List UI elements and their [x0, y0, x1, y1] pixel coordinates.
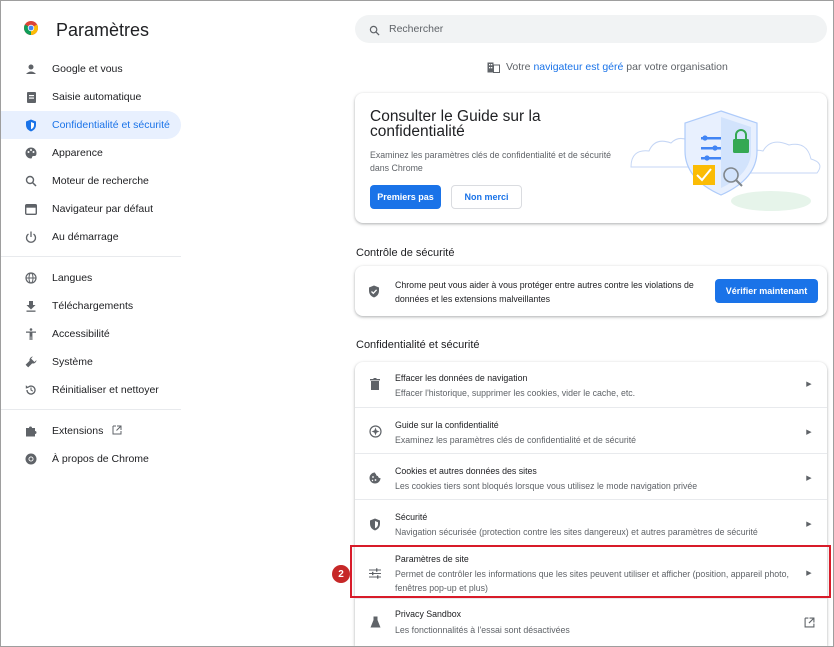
sidebar-item-label: Confidentialité et sécurité: [52, 119, 170, 131]
sidebar-item-label: Réinitialiser et nettoyer: [52, 384, 159, 396]
row-title: Cookies et autres données des sites: [395, 466, 537, 476]
step-number-badge: 2: [332, 565, 350, 583]
sidebar-item-label: Système: [52, 356, 93, 368]
sidebar-item-label: À propos de Chrome: [52, 453, 149, 465]
search-icon: [369, 23, 380, 41]
row-title: Privacy Sandbox: [395, 609, 462, 619]
chrome-icon: [24, 452, 38, 466]
sidebar-item-reset[interactable]: Réinitialiser et nettoyer: [1, 376, 181, 404]
sidebar-item-label: Google et vous: [52, 63, 123, 75]
search-input[interactable]: Rechercher: [355, 15, 827, 43]
managed-prefix: Votre: [506, 61, 531, 73]
row-description: Effacer l'historique, supprimer les cook…: [395, 388, 636, 398]
row-clear-browsing-data[interactable]: Effacer les données de navigation Efface…: [355, 362, 827, 407]
row-privacy-guide[interactable]: Guide sur la confidentialité Examinez le…: [355, 407, 827, 454]
sidebar-item-privacy[interactable]: Confidentialité et sécurité: [1, 111, 181, 139]
privacy-illustration: [630, 110, 821, 211]
building-icon: [487, 62, 500, 73]
sidebar-item-about[interactable]: À propos de Chrome: [1, 445, 181, 473]
row-description: Examinez les paramètres clés de confiden…: [395, 435, 637, 445]
privacy-settings-list: Effacer les données de navigation Efface…: [355, 362, 827, 646]
sidebar-item-autofill[interactable]: Saisie automatique: [1, 83, 181, 111]
row-description: Les fonctionnalités à l'essai sont désac…: [395, 625, 570, 635]
row-privacy-sandbox[interactable]: Privacy Sandbox Les fonctionnalités à l'…: [355, 598, 827, 646]
safety-check-card: Chrome peut vous aider à vous protéger e…: [355, 266, 827, 316]
managed-notice: Votre navigateur est géré par votre orga…: [487, 61, 728, 73]
chrome-logo: [24, 21, 38, 35]
shield-check-icon: [368, 285, 380, 303]
row-description: Navigation sécurisée (protection contre …: [395, 527, 758, 537]
sidebar-divider: [1, 409, 181, 410]
power-icon: [24, 230, 38, 244]
row-title: Effacer les données de navigation: [395, 373, 528, 383]
globe-icon: [24, 271, 38, 285]
chevron-right-icon: ▶: [806, 429, 812, 436]
shield-icon: [368, 517, 382, 531]
sidebar-item-label: Téléchargements: [52, 300, 134, 312]
sidebar-item-label: Langues: [52, 272, 93, 284]
sidebar-item-label: Au démarrage: [52, 231, 119, 243]
safety-check-heading: Contrôle de sécurité: [356, 247, 455, 259]
chevron-right-icon: ▶: [806, 381, 812, 388]
person-icon: [24, 62, 38, 76]
sidebar: Paramètres Google et vous Saisie automat…: [1, 1, 181, 646]
open-in-new-icon: [803, 616, 815, 628]
reset-icon: [24, 383, 38, 397]
sidebar-item-label: Navigateur par défaut: [52, 203, 153, 215]
wrench-icon: [24, 355, 38, 369]
sidebar-item-downloads[interactable]: Téléchargements: [1, 292, 181, 320]
open-in-new-icon: [112, 425, 122, 435]
compass-icon: [368, 424, 382, 438]
privacy-section-heading: Confidentialité et sécurité: [356, 339, 480, 351]
sidebar-item-accessibility[interactable]: Accessibilité: [1, 320, 181, 348]
row-title: Sécurité: [395, 512, 428, 522]
check-now-button[interactable]: Vérifier maintenant: [715, 279, 818, 303]
get-started-button[interactable]: Premiers pas: [370, 185, 441, 209]
cookie-icon: [368, 471, 382, 485]
managed-suffix: par votre organisation: [626, 61, 728, 73]
sidebar-nav: Google et vous Saisie automatique Confid…: [1, 55, 181, 473]
row-security[interactable]: Sécurité Navigation sécurisée (protectio…: [355, 499, 827, 546]
sidebar-item-appearance[interactable]: Apparence: [1, 139, 181, 167]
palette-icon: [24, 146, 38, 160]
row-cookies[interactable]: Cookies et autres données des sites Les …: [355, 453, 827, 500]
sidebar-item-label: Moteur de recherche: [52, 175, 149, 187]
privacy-guide-title: Consulter le Guide sur la confidentialit…: [370, 108, 541, 140]
privacy-guide-description: Examinez les paramètres clés de confiden…: [370, 150, 612, 173]
sidebar-item-system[interactable]: Système: [1, 348, 181, 376]
sidebar-item-startup[interactable]: Au démarrage: [1, 223, 181, 251]
sidebar-item-google[interactable]: Google et vous: [1, 55, 181, 83]
flask-icon: [368, 615, 382, 629]
no-thanks-button[interactable]: Non merci: [451, 185, 522, 209]
row-description: Les cookies tiers sont bloqués lorsque v…: [395, 481, 698, 491]
sidebar-item-extensions[interactable]: Extensions: [1, 417, 181, 445]
sidebar-item-default-browser[interactable]: Navigateur par défaut: [1, 195, 181, 223]
chrome-logo-icon: [24, 21, 38, 35]
chevron-right-icon: ▶: [806, 521, 812, 528]
site-settings-highlight: [350, 545, 831, 598]
clipboard-icon: [24, 90, 38, 104]
sidebar-divider: [1, 256, 181, 257]
sidebar-item-label: Apparence: [52, 147, 103, 159]
sidebar-item-search-engine[interactable]: Moteur de recherche: [1, 167, 181, 195]
chevron-right-icon: ▶: [806, 475, 812, 482]
accessibility-icon: [24, 327, 38, 341]
privacy-guide-card: Consulter le Guide sur la confidentialit…: [355, 93, 827, 223]
puzzle-icon: [24, 424, 38, 438]
trash-icon: [368, 377, 382, 391]
sidebar-item-label: Saisie automatique: [52, 91, 142, 103]
sidebar-item-label: Accessibilité: [52, 328, 110, 340]
sidebar-item-languages[interactable]: Langues: [1, 264, 181, 292]
search-icon: [24, 174, 38, 188]
managed-link[interactable]: navigateur est géré: [533, 61, 623, 73]
page-title: Paramètres: [56, 20, 150, 40]
sidebar-item-label: Extensions: [52, 425, 122, 437]
browser-icon: [24, 202, 38, 216]
settings-window: Paramètres Google et vous Saisie automat…: [0, 0, 834, 647]
download-icon: [24, 299, 38, 313]
shield-icon: [24, 118, 38, 132]
search-placeholder: Rechercher: [389, 23, 444, 35]
row-title: Guide sur la confidentialité: [395, 420, 499, 430]
safety-check-text: Chrome peut vous aider à vous protéger e…: [395, 280, 694, 304]
